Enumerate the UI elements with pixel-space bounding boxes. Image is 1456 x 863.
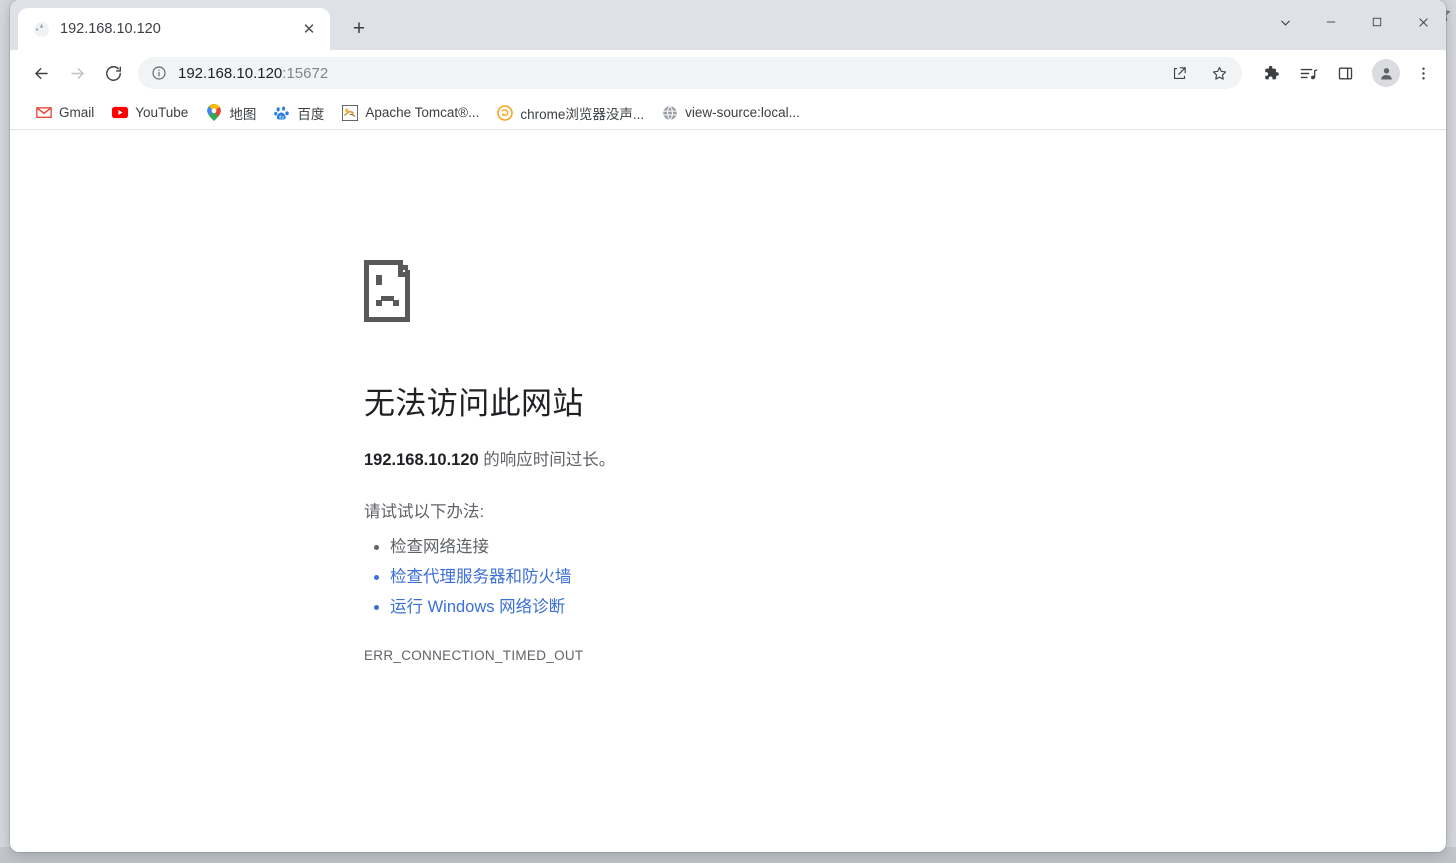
browser-menu-button[interactable] (1408, 57, 1438, 89)
bookmarks-bar: Gmail YouTube 地图 (10, 96, 1446, 130)
tab-search-button[interactable] (1262, 0, 1308, 44)
bookmark-chrome-sound[interactable]: chrome浏览器没声... (489, 99, 652, 127)
error-subheading-rest: 的响应时间过长。 (479, 451, 616, 469)
omnibox-port: :15672 (282, 65, 328, 82)
omnibox-host: 192.168.10.120 (178, 65, 282, 82)
page-title: 无法访问此网站 (364, 384, 1446, 424)
bookmark-label: chrome浏览器没声... (520, 103, 644, 123)
error-page: 无法访问此网站 192.168.10.120 的响应时间过长。 请试试以下办法:… (10, 130, 1446, 852)
browser-tab[interactable]: 192.168.10.120 ✕ (18, 8, 330, 50)
globe-icon (662, 105, 678, 121)
globe-icon (32, 20, 50, 38)
gmail-icon (36, 105, 52, 121)
suggestion-label[interactable]: 运行 Windows 网络诊断 (390, 598, 565, 616)
bookmark-label: 地图 (229, 103, 256, 123)
side-panel-icon[interactable] (1329, 57, 1361, 89)
suggestion-item-check-proxy[interactable]: 检查代理服务器和防火墙 (390, 562, 1446, 592)
address-bar[interactable]: 192.168.10.120:15672 (138, 57, 1242, 89)
error-code: ERR_CONNECTION_TIMED_OUT (364, 648, 1446, 663)
avatar[interactable] (1372, 59, 1400, 87)
tab-title: 192.168.10.120 (60, 21, 288, 37)
suggestion-title: 请试试以下办法: (364, 498, 1446, 522)
browser-window: 192.168.10.120 ✕ + (10, 0, 1446, 852)
bookmark-label: 百度 (297, 103, 324, 123)
baidu-icon: du (274, 105, 290, 121)
close-button[interactable] (1400, 0, 1446, 44)
bookmark-view-source[interactable]: view-source:local... (654, 101, 808, 125)
orange-circle-icon (497, 105, 513, 121)
suggestion-label[interactable]: 检查代理服务器和防火墙 (390, 568, 572, 586)
bookmark-baidu[interactable]: du 百度 (266, 99, 332, 127)
suggestion-item-check-network: 检查网络连接 (390, 532, 1446, 562)
maps-pin-icon (206, 105, 222, 121)
tab-strip: 192.168.10.120 ✕ + (10, 0, 1446, 50)
suggestion-item-run-diagnostics[interactable]: 运行 Windows 网络诊断 (390, 592, 1446, 622)
extensions-icon[interactable] (1255, 57, 1287, 89)
info-circle-icon[interactable] (150, 64, 168, 82)
bookmark-label: Apache Tomcat®... (365, 105, 479, 120)
suggestion-label: 检查网络连接 (390, 538, 489, 556)
back-button[interactable] (24, 56, 58, 90)
share-icon[interactable] (1164, 58, 1194, 88)
media-list-icon[interactable] (1292, 57, 1324, 89)
svg-text:du: du (279, 114, 285, 119)
new-tab-button[interactable]: + (344, 13, 374, 43)
bookmark-label: Gmail (59, 105, 94, 120)
browser-toolbar: 192.168.10.120:15672 (10, 50, 1446, 96)
sad-page-icon (364, 260, 418, 322)
window-controls (1262, 0, 1446, 44)
error-subheading: 192.168.10.120 的响应时间过长。 (364, 446, 1446, 470)
maximize-button[interactable] (1354, 0, 1400, 44)
bookmark-gmail[interactable]: Gmail (28, 101, 102, 125)
youtube-icon (112, 105, 128, 121)
bookmark-label: view-source:local... (685, 105, 800, 120)
address-bar-text: 192.168.10.120:15672 (178, 65, 1154, 82)
star-icon[interactable] (1204, 58, 1234, 88)
bookmark-maps[interactable]: 地图 (198, 99, 264, 127)
forward-button[interactable] (60, 56, 94, 90)
tomcat-icon (342, 105, 358, 121)
close-icon[interactable]: ✕ (298, 18, 320, 40)
minimize-button[interactable] (1308, 0, 1354, 44)
reload-button[interactable] (96, 56, 130, 90)
bookmark-label: YouTube (135, 105, 188, 120)
error-host: 192.168.10.120 (364, 451, 479, 469)
bookmark-youtube[interactable]: YouTube (104, 101, 196, 125)
bookmark-tomcat[interactable]: Apache Tomcat®... (334, 101, 487, 125)
suggestion-list: 检查网络连接 检查代理服务器和防火墙 运行 Windows 网络诊断 (390, 532, 1446, 622)
